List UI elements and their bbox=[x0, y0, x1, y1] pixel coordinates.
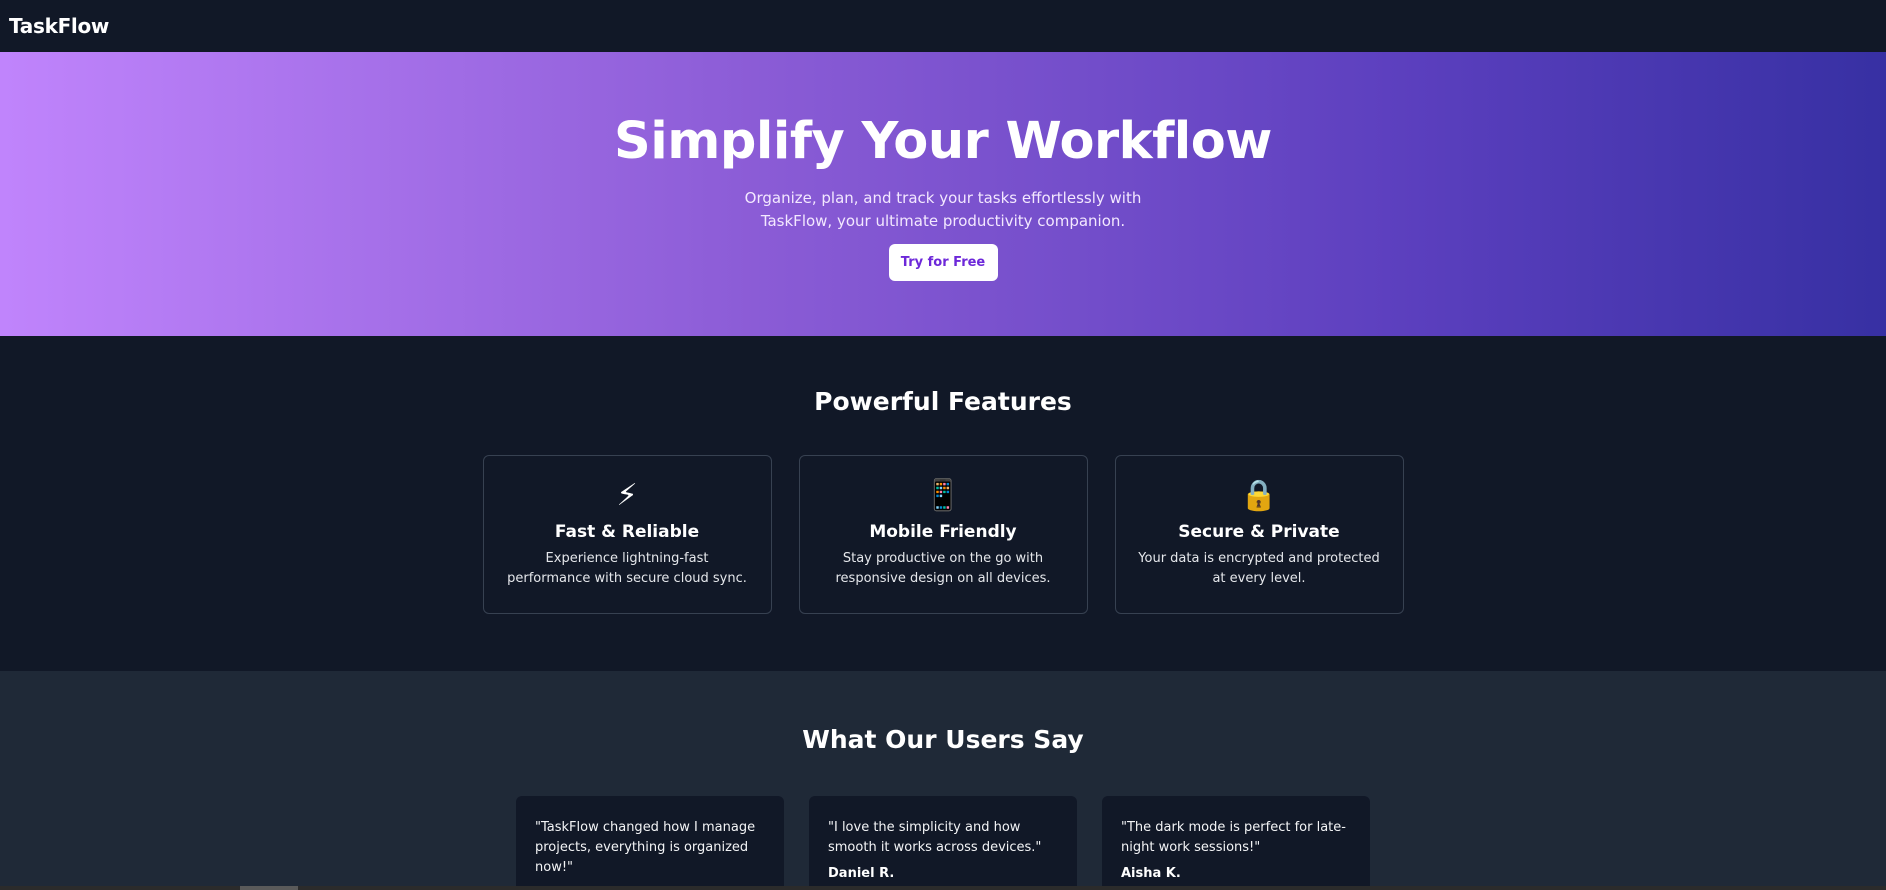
feature-description: Your data is encrypted and protected at … bbox=[1138, 551, 1380, 586]
testimonials-section: What Our Users Say "TaskFlow changed how… bbox=[0, 671, 1886, 890]
testimonial-quote: "TaskFlow changed how I manage projects,… bbox=[535, 820, 756, 875]
hero-subtitle: Organize, plan, and track your tasks eff… bbox=[744, 189, 1142, 230]
features-section: Powerful Features ⚡ Fast & Reliable Expe… bbox=[0, 336, 1886, 671]
feature-title: Mobile Friendly bbox=[869, 522, 1017, 542]
feature-title: Fast & Reliable bbox=[554, 522, 700, 542]
testimonial-author: Aisha K. bbox=[1121, 866, 1181, 881]
testimonials-heading: What Our Users Say bbox=[802, 725, 1084, 754]
feature-description: Experience lightning-fast performance wi… bbox=[507, 551, 747, 586]
feature-title: Secure & Private bbox=[1178, 522, 1340, 542]
testimonial-card: "TaskFlow changed how I manage projects,… bbox=[516, 796, 784, 890]
logo[interactable]: TaskFlow bbox=[9, 14, 109, 38]
lightning-icon: ⚡ bbox=[616, 478, 638, 513]
testimonial-grid: "TaskFlow changed how I manage projects,… bbox=[516, 796, 1370, 890]
hero-title: Simplify Your Workflow bbox=[614, 112, 1272, 171]
testimonial-quote: "I love the simplicity and how smooth it… bbox=[828, 820, 1042, 855]
horizontal-scrollbar[interactable] bbox=[0, 886, 1886, 890]
navbar: TaskFlow bbox=[0, 0, 1886, 52]
testimonial-card: "The dark mode is perfect for late-night… bbox=[1102, 796, 1370, 890]
feature-grid: ⚡ Fast & Reliable Experience lightning-f… bbox=[482, 455, 1404, 614]
feature-description: Stay productive on the go with responsiv… bbox=[835, 551, 1051, 586]
try-for-free-button[interactable]: Try for Free bbox=[888, 244, 998, 281]
testimonial-quote: "The dark mode is perfect for late-night… bbox=[1121, 820, 1346, 855]
feature-card-secure-private: 🔒 Secure & Private Your data is encrypte… bbox=[1114, 455, 1404, 614]
features-heading: Powerful Features bbox=[814, 387, 1072, 416]
feature-card-mobile-friendly: 📱 Mobile Friendly Stay productive on the… bbox=[798, 455, 1088, 614]
scrollbar-thumb[interactable] bbox=[240, 886, 298, 890]
mobile-phone-icon: 📱 bbox=[924, 478, 962, 513]
testimonial-author: Daniel R. bbox=[828, 866, 895, 881]
lock-icon: 🔒 bbox=[1240, 478, 1278, 513]
hero-section: Simplify Your Workflow Organize, plan, a… bbox=[0, 52, 1886, 336]
testimonial-card: "I love the simplicity and how smooth it… bbox=[809, 796, 1077, 890]
feature-card-fast-reliable: ⚡ Fast & Reliable Experience lightning-f… bbox=[482, 455, 772, 614]
